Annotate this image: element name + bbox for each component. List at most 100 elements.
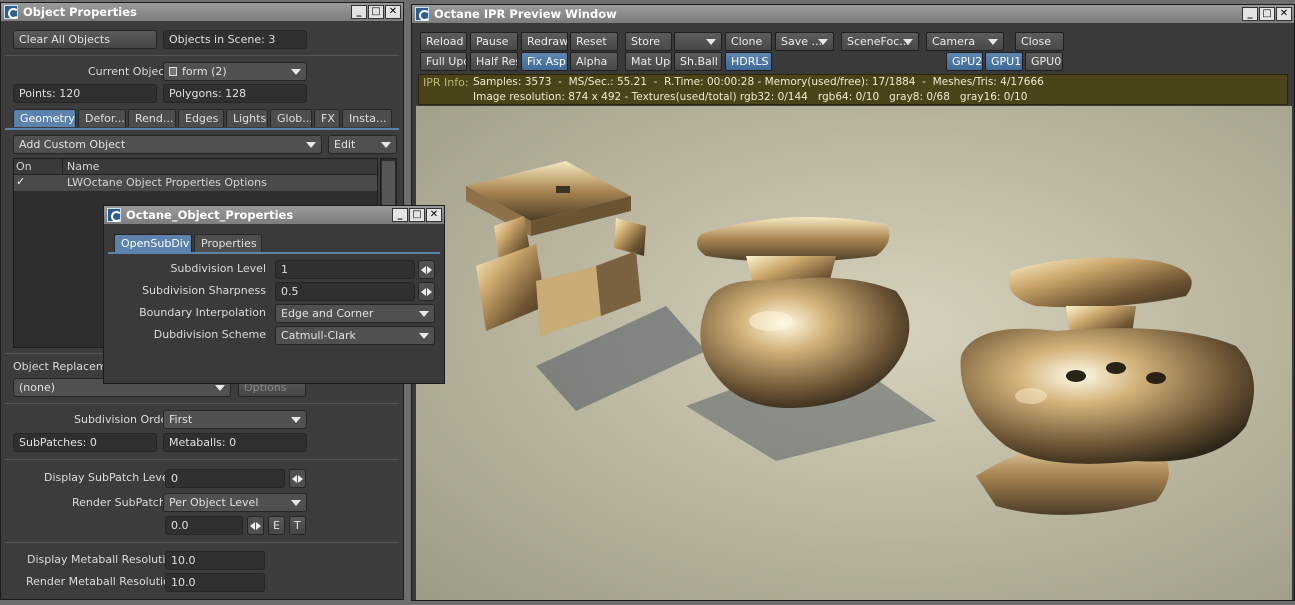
subdivision-level-label: Subdivision Level <box>170 262 266 275</box>
object-properties-titlebar[interactable]: Object Properties _ □ ✕ <box>1 3 403 21</box>
half-res-button[interactable]: Half Res <box>470 52 518 71</box>
gpu2-button[interactable]: GPU2 <box>946 52 983 71</box>
close-button[interactable]: ✕ <box>426 208 442 222</box>
render-subpatch-select[interactable]: Per Object Level <box>163 493 307 512</box>
reload-button[interactable]: Reload <box>420 32 467 51</box>
subdivision-scheme-select[interactable]: Catmull-Clark <box>275 326 435 345</box>
close-ipr-button[interactable]: Close <box>1015 32 1064 51</box>
render-viewport[interactable] <box>416 106 1292 600</box>
points-readout: Points: 120 <box>13 84 157 103</box>
material-update-button[interactable]: Mat Upd <box>625 52 672 71</box>
render-subpatch-label: Render SubPatch <box>72 496 166 509</box>
octane-app-icon <box>415 7 430 21</box>
subdivision-sharpness-input[interactable]: 0.5 <box>275 282 415 301</box>
close-button[interactable]: ✕ <box>385 5 401 19</box>
render-object-3 <box>960 257 1254 515</box>
tab-render[interactable]: Rend... <box>128 109 176 127</box>
pause-button[interactable]: Pause <box>470 32 518 51</box>
envelope-button[interactable]: E <box>268 516 285 535</box>
chevron-down-icon <box>306 142 316 148</box>
maximize-button[interactable]: □ <box>368 5 384 19</box>
display-metaball-input[interactable]: 10.0 <box>165 551 265 570</box>
chevron-down-icon <box>706 39 716 45</box>
tab-lights[interactable]: Lights <box>226 109 268 127</box>
window-title: Octane_Object_Properties <box>126 208 294 222</box>
checkmark-icon[interactable]: ✓ <box>16 175 25 188</box>
maximize-button[interactable]: □ <box>409 208 425 222</box>
tab-instance[interactable]: Insta... <box>342 109 392 127</box>
ipr-info-resolution: Image resolution: 874 x 492 - Textures(u… <box>473 91 1028 103</box>
boundary-interpolation-select[interactable]: Edge and Corner <box>275 304 435 323</box>
tab-bar: Geometry Defor... Rend... Edges Lights G… <box>13 109 398 129</box>
add-custom-object-select[interactable]: Add Custom Object <box>13 135 322 154</box>
reset-button[interactable]: Reset <box>570 32 618 51</box>
hdrls-button[interactable]: HDRLS <box>725 52 772 71</box>
subdivision-sharpness-spinner[interactable] <box>418 282 435 301</box>
ipr-preview-window: Octane IPR Preview Window _ □ ✕ Reload P… <box>411 4 1295 601</box>
ipr-info-label: IPR Info: <box>423 76 469 89</box>
chevron-down-icon <box>419 333 429 339</box>
tab-properties[interactable]: Properties <box>194 234 262 252</box>
display-metaball-label: Display Metaball Resolution <box>27 553 180 566</box>
alpha-button[interactable]: Alpha <box>570 52 618 71</box>
list-header: On Name <box>14 159 377 175</box>
subdivision-level-spinner[interactable] <box>418 260 435 279</box>
display-subpatch-input[interactable]: 0 <box>165 469 285 488</box>
buffer-select[interactable] <box>674 32 722 51</box>
edit-select[interactable]: Edit <box>328 135 397 154</box>
chevron-down-icon <box>215 385 225 391</box>
minimize-button[interactable]: _ <box>351 5 367 19</box>
render-metaball-label: Render Metaball Resolution <box>26 575 177 588</box>
clone-button[interactable]: Clone <box>725 32 772 51</box>
subpatches-readout: SubPatches: 0 <box>13 433 157 452</box>
octane-object-titlebar[interactable]: Octane_Object_Properties _ □ ✕ <box>104 206 444 224</box>
camera-select[interactable]: Camera <box>926 32 1004 51</box>
display-subpatch-spinner[interactable] <box>289 469 306 488</box>
tab-edges[interactable]: Edges <box>178 109 224 127</box>
render-subpatch-spinner[interactable] <box>247 516 264 535</box>
octane-object-properties-window: Octane_Object_Properties _ □ ✕ OpenSubDi… <box>103 205 445 384</box>
render-subpatch-number-input[interactable]: 0.0 <box>165 516 243 535</box>
polygons-readout: Polygons: 128 <box>163 84 307 103</box>
scrollbar-thumb[interactable] <box>382 161 395 211</box>
ipr-info-bar: IPR Info: Samples: 3573 - MS/Sec.: 55.21… <box>418 74 1288 105</box>
full-update-button[interactable]: Full Upd. <box>420 52 467 71</box>
current-object-label: Current Object <box>88 65 169 78</box>
tab-fx[interactable]: FX <box>314 109 340 127</box>
list-item[interactable]: ✓ LWOctane Object Properties Options <box>14 175 377 191</box>
divider <box>5 542 399 543</box>
tab-geometry[interactable]: Geometry <box>13 109 76 127</box>
render-metaball-input[interactable]: 10.0 <box>165 573 265 592</box>
scene-focus-select[interactable]: SceneFoc... <box>841 32 919 51</box>
column-header-on[interactable]: On <box>16 160 32 173</box>
divider <box>5 459 399 460</box>
close-button[interactable]: ✕ <box>1276 7 1292 21</box>
render-image <box>466 161 1254 515</box>
texture-button[interactable]: T <box>289 516 306 535</box>
subdivision-order-select[interactable]: First <box>163 410 307 429</box>
gpu1-button[interactable]: GPU1 <box>985 52 1023 71</box>
chevron-down-icon <box>291 417 301 423</box>
tab-opensubdiv[interactable]: OpenSubDiv <box>114 234 192 252</box>
chevron-down-icon <box>988 39 998 45</box>
tab-deform[interactable]: Defor... <box>78 109 126 127</box>
gpu0-button[interactable]: GPU0 <box>1025 52 1063 71</box>
minimize-button[interactable]: _ <box>392 208 408 222</box>
clear-all-objects-button[interactable]: Clear All Objects <box>13 30 157 49</box>
ipr-titlebar[interactable]: Octane IPR Preview Window _ □ ✕ <box>412 5 1294 23</box>
save-select[interactable]: Save ... <box>775 32 834 51</box>
fix-aspect-button[interactable]: Fix Asp. <box>521 52 568 71</box>
subdivision-order-label: Subdivision Order <box>74 413 172 426</box>
tab-underline <box>108 252 440 254</box>
shader-ball-button[interactable]: Sh.Ball <box>674 52 722 71</box>
column-header-name[interactable]: Name <box>67 160 99 173</box>
tab-global[interactable]: Glob... <box>270 109 312 127</box>
minimize-button[interactable]: _ <box>1242 7 1258 21</box>
octane-app-icon <box>107 208 122 222</box>
chevron-down-icon <box>419 311 429 317</box>
redraw-button[interactable]: Redraw <box>521 32 568 51</box>
maximize-button[interactable]: □ <box>1259 7 1275 21</box>
store-button[interactable]: Store <box>625 32 672 51</box>
subdivision-level-input[interactable]: 1 <box>275 260 415 279</box>
current-object-select[interactable]: form (2) <box>163 62 307 81</box>
